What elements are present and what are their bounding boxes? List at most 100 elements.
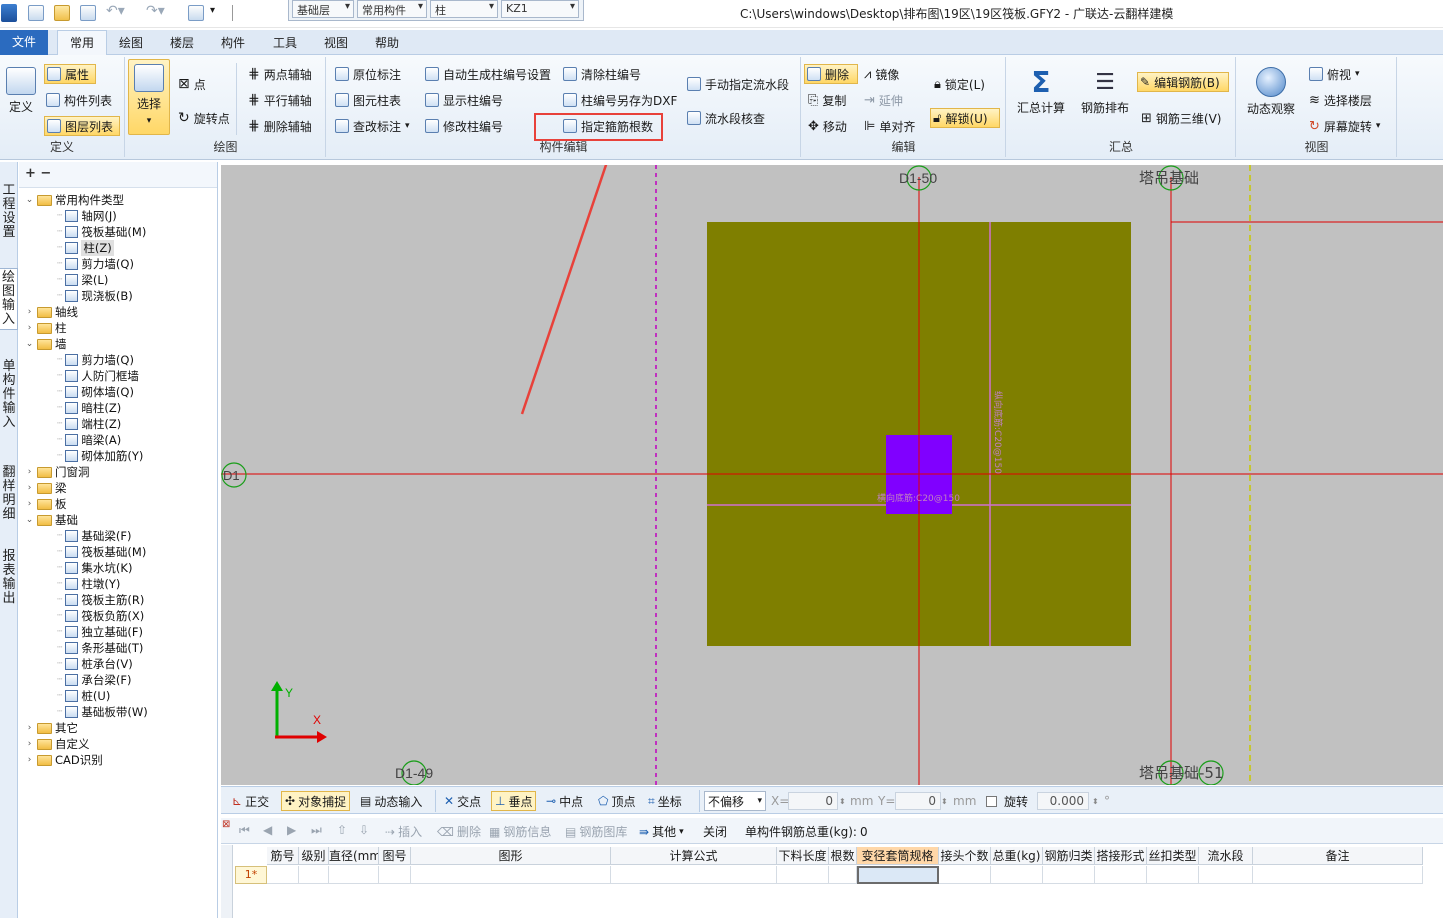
rotate-spin-icon[interactable]: ⬍ bbox=[1089, 791, 1102, 811]
column-header[interactable]: 丝扣类型 bbox=[1147, 847, 1199, 865]
x-input[interactable]: 0 bbox=[788, 792, 838, 810]
element-select[interactable]: 柱 bbox=[430, 0, 498, 18]
select-floor-button[interactable]: ≋ 选择楼层 bbox=[1307, 90, 1374, 110]
check-segment-button[interactable]: 流水段核查 bbox=[685, 108, 767, 128]
tree-item[interactable]: ┄ 筏板基础(M) bbox=[57, 224, 146, 240]
tree-item[interactable]: ┄ 桩承台(V) bbox=[57, 656, 133, 672]
table-cell[interactable] bbox=[1095, 866, 1147, 884]
rebar-info-button[interactable]: ▦ 钢筋信息 bbox=[489, 823, 551, 840]
floor-select[interactable]: 基础层 bbox=[292, 0, 354, 18]
table-cell[interactable] bbox=[1199, 866, 1253, 884]
tree-item[interactable]: ┄ 剪力墙(Q) bbox=[57, 352, 134, 368]
in-place-label-button[interactable]: 原位标注 bbox=[333, 64, 403, 84]
insert-button[interactable]: ⇢ 插入 bbox=[385, 823, 422, 840]
modify-number-button[interactable]: 修改柱编号 bbox=[423, 116, 505, 136]
last-record-button[interactable]: ⏭ bbox=[311, 823, 322, 838]
tab-report-output[interactable]: 报表输出 bbox=[0, 548, 18, 608]
coordinate-snap[interactable]: ⌗ 坐标 bbox=[645, 791, 685, 811]
tab-single-component-input[interactable]: 单构件输入 bbox=[0, 358, 18, 432]
tree-item[interactable]: ┄ 轴网(J) bbox=[57, 208, 117, 224]
column-header[interactable]: 图形 bbox=[411, 847, 611, 865]
tree-item[interactable]: ┄ 柱(Z) bbox=[57, 240, 114, 256]
dynamic-observe-button[interactable]: 动态观察 bbox=[1241, 67, 1301, 117]
tree-item[interactable]: ┄ 筏板主筋(R) bbox=[57, 592, 144, 608]
column-header[interactable]: 图号 bbox=[379, 847, 411, 865]
table-cell[interactable] bbox=[829, 866, 857, 884]
column-header[interactable]: 钢筋归类 bbox=[1043, 847, 1095, 865]
midpoint-snap[interactable]: ⊸ 中点 bbox=[543, 791, 586, 811]
object-snap-toggle[interactable]: ✣ 对象捕捉 bbox=[281, 791, 351, 811]
tree-item[interactable]: ┄ 筏板基础(M) bbox=[57, 544, 146, 560]
redo-icon[interactable]: ↷▾ bbox=[146, 3, 165, 19]
delete-button[interactable]: 删除 bbox=[804, 64, 858, 84]
tree-folder[interactable]: › 板 bbox=[25, 496, 67, 512]
table-cell[interactable] bbox=[1253, 866, 1423, 884]
chevron-down-icon[interactable]: ⌄ bbox=[25, 195, 34, 205]
menu-home[interactable]: 常用 bbox=[57, 30, 107, 55]
table-cell[interactable] bbox=[777, 866, 829, 884]
save-as-dxf-button[interactable]: 柱编号另存为DXF bbox=[561, 90, 679, 110]
menu-tools[interactable]: 工具 bbox=[273, 34, 297, 51]
show-number-button[interactable]: 显示柱编号 bbox=[423, 90, 505, 110]
table-cell[interactable] bbox=[991, 866, 1043, 884]
tree-folder[interactable]: › 自定义 bbox=[25, 736, 90, 752]
table-cell[interactable] bbox=[1147, 866, 1199, 884]
clear-number-button[interactable]: 清除柱编号 bbox=[561, 64, 643, 84]
table-cell[interactable] bbox=[329, 866, 379, 884]
column-header[interactable]: 备注 bbox=[1253, 847, 1423, 865]
open-folder-icon[interactable] bbox=[54, 5, 70, 21]
tab-project-settings[interactable]: 工程设置 bbox=[0, 182, 18, 242]
tree-folder[interactable]: › 梁 bbox=[25, 480, 67, 496]
column-header[interactable]: 变径套筒规格 bbox=[857, 847, 939, 865]
first-record-button[interactable]: ⏮ bbox=[239, 823, 250, 838]
chevron-right-icon[interactable]: › bbox=[25, 467, 34, 477]
new-file-icon[interactable] bbox=[28, 5, 44, 21]
screen-rotate-button[interactable]: ↻ 屏幕旋转 ▾ bbox=[1307, 116, 1382, 136]
y-spin-icon[interactable]: ⬍ bbox=[938, 791, 951, 811]
y-input[interactable]: 0 bbox=[895, 792, 941, 810]
point-button[interactable]: ⊠ 点 bbox=[176, 74, 208, 94]
assign-stirrup-count-button[interactable]: 指定箍筋根数 bbox=[561, 116, 655, 136]
rebar-3d-button[interactable]: ⊞ 钢筋三维(V) bbox=[1139, 108, 1223, 128]
row-header[interactable]: 1* bbox=[235, 866, 267, 884]
drawing-canvas[interactable]: D1-50 塔吊基础 D1 D1-49 塔吊基础-51 横向底筋:C20@150… bbox=[221, 165, 1443, 785]
extend-button[interactable]: ⇥ 延伸 bbox=[862, 90, 905, 110]
summary-calc-button[interactable]: Σ 汇总计算 bbox=[1013, 67, 1069, 116]
tree-folder[interactable]: ⌄ 基础 bbox=[25, 512, 78, 528]
menu-floor[interactable]: 楼层 bbox=[170, 34, 194, 51]
tree-folder[interactable]: › 门窗洞 bbox=[25, 464, 90, 480]
copy-button[interactable]: ⎘ 复制 bbox=[806, 90, 848, 110]
rebar-library-button[interactable]: ▤ 钢筋图库 bbox=[565, 823, 627, 840]
table-cell[interactable] bbox=[939, 866, 991, 884]
column-header[interactable]: 级别 bbox=[299, 847, 329, 865]
tree-item[interactable]: ┄ 基础梁(F) bbox=[57, 528, 132, 544]
type-select[interactable]: 常用构件 bbox=[357, 0, 427, 18]
save-icon[interactable] bbox=[80, 5, 96, 21]
refresh-icon[interactable] bbox=[188, 5, 204, 21]
delete-aux-button[interactable]: ⋕ 删除辅轴 bbox=[246, 116, 314, 136]
parallel-aux-button[interactable]: ⋕ 平行辅轴 bbox=[246, 90, 314, 110]
dynamic-input-toggle[interactable]: ▤ 动态输入 bbox=[357, 791, 425, 811]
element-column-table-button[interactable]: 图元柱表 bbox=[333, 90, 403, 110]
define-button[interactable]: 定义 bbox=[4, 67, 38, 115]
menu-component[interactable]: 构件 bbox=[221, 34, 245, 51]
move-button[interactable]: ✥ 移动 bbox=[806, 116, 849, 136]
chevron-right-icon[interactable]: › bbox=[25, 499, 34, 509]
manual-segment-button[interactable]: 手动指定流水段 bbox=[685, 74, 791, 94]
intersection-snap[interactable]: ✕ 交点 bbox=[441, 791, 484, 811]
chevron-right-icon[interactable]: › bbox=[25, 723, 34, 733]
table-cell[interactable] bbox=[1043, 866, 1095, 884]
tree-folder[interactable]: › 柱 bbox=[25, 320, 67, 336]
tree-item[interactable]: ┄ 梁(L) bbox=[57, 272, 108, 288]
tree-item[interactable]: ┄ 筏板负筋(X) bbox=[57, 608, 144, 624]
perpendicular-snap[interactable]: ⊥ 垂点 bbox=[491, 791, 537, 811]
check-label-button[interactable]: 查改标注 ▾ bbox=[333, 116, 412, 136]
tree-item[interactable]: ┄ 人防门框墙 bbox=[57, 368, 139, 384]
tree-item[interactable]: ┄ 承台梁(F) bbox=[57, 672, 132, 688]
tree-folder[interactable]: ⌄ 墙 bbox=[25, 336, 67, 352]
prev-record-button[interactable]: ◀ bbox=[263, 823, 272, 837]
menu-file[interactable]: 文件 bbox=[0, 30, 48, 55]
move-down-button[interactable]: ⇩ bbox=[359, 823, 369, 837]
auto-number-settings-button[interactable]: 自动生成柱编号设置 bbox=[423, 64, 553, 84]
quick-access-dropdown-icon[interactable]: ▾ bbox=[210, 5, 215, 16]
